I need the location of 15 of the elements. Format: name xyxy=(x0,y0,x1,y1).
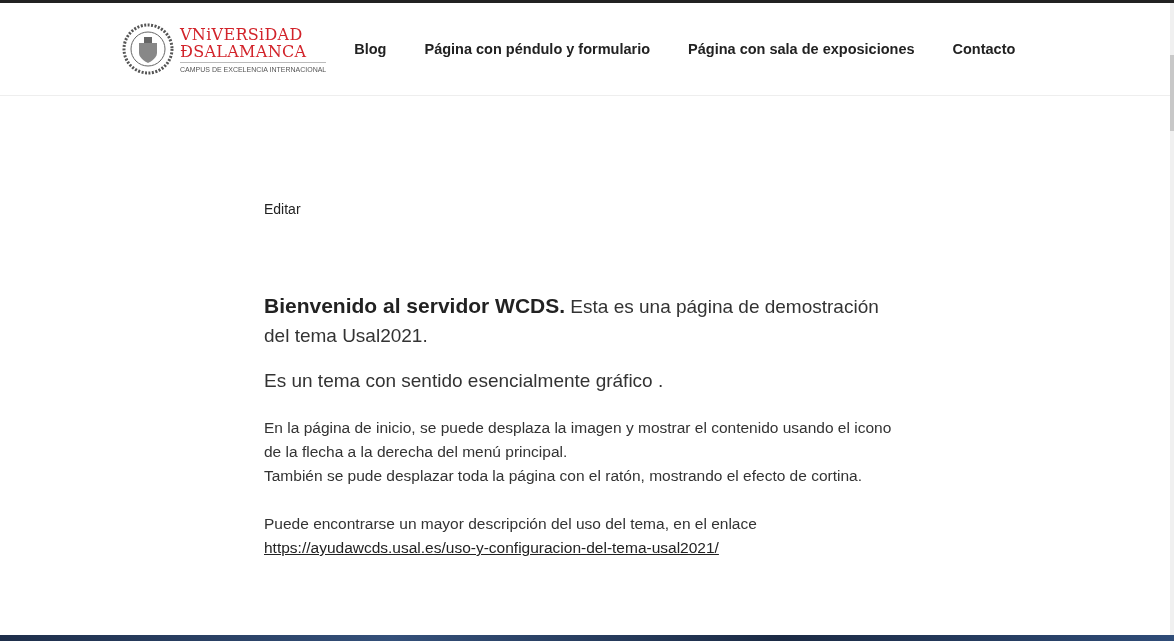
nav-link[interactable]: Contacto xyxy=(952,41,1016,57)
theme-help-link[interactable]: https://ayudawcds.usal.es/uso-y-configuracion-del-tema-usal2021/ xyxy=(264,539,719,556)
nav-link[interactable]: Blog xyxy=(354,41,387,57)
body-text: Puede encontrarse un mayor descripción del uso del tema, en el enlace xyxy=(264,514,758,534)
nav-link[interactable]: Página con péndulo y formulario xyxy=(424,41,651,57)
intro-text: Bienvenido al servidor WCDS. Esta es una página de demostración del tema Usal2021. xyxy=(264,293,880,348)
body-text: También se pude desplazar toda la página con el ratón, mostrando el efecto de cortina. xyxy=(264,466,863,486)
seal-icon xyxy=(122,23,174,75)
scrollbar-thumb[interactable] xyxy=(1170,55,1174,131)
logo-wordmark: VNiVERSiDAD xyxy=(180,25,303,43)
body-text: En la página de inicio, se puede desplaza la imagen y mostrar el contenido usando el icono de la flecha a la derecha del menú principal. xyxy=(264,418,893,462)
logo-wordmark: ÐSALAMANCA xyxy=(180,42,307,60)
nav-link[interactable]: Página con sala de exposiciones xyxy=(688,41,915,57)
edit-link[interactable]: Editar xyxy=(264,201,301,217)
subtitle-text: Es un tema con sentido esencialmente gráfico . xyxy=(264,369,665,393)
